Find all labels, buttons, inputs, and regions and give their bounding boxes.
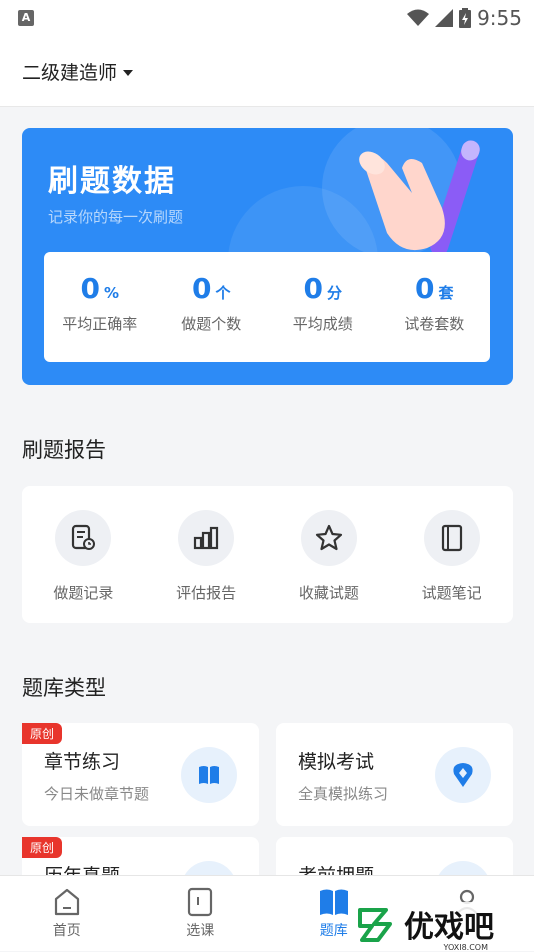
bank-card-chapter-practice[interactable]: 原创 章节练习 今日未做章节题 xyxy=(22,723,259,826)
bar-chart-icon xyxy=(178,510,234,566)
bank-card-title: 模拟考试 xyxy=(298,747,374,774)
watermark: 优戏吧 YOXI8.COM xyxy=(356,902,494,946)
book-icon xyxy=(181,747,237,803)
watermark-text: 优戏吧 xyxy=(404,902,494,946)
stat-accuracy: 0% 平均正确率 xyxy=(44,252,156,362)
status-time: 9:55 xyxy=(477,6,522,30)
report-item-assessment[interactable]: 评估报告 xyxy=(145,486,268,623)
stat-paper-count: 0套 试卷套数 xyxy=(379,252,491,362)
banner-subtitle: 记录你的每一次刷题 xyxy=(48,206,183,227)
stat-value: 0 xyxy=(192,272,211,305)
stat-value: 0 xyxy=(415,272,434,305)
stats-panel: 0% 平均正确率 0个 做题个数 0分 平均成绩 0套 试卷套数 xyxy=(44,252,490,362)
practice-data-banner: 刷题数据 记录你的每一次刷题 0% 平均正确率 0个 做题个数 0分 平均成绩 … xyxy=(22,128,513,385)
notebook-icon xyxy=(424,510,480,566)
tab-courses[interactable]: 选课 xyxy=(134,876,268,951)
stat-unit: 个 xyxy=(215,284,230,302)
stat-value: 0 xyxy=(304,272,323,305)
stat-question-count: 0个 做题个数 xyxy=(156,252,268,362)
stat-average-score: 0分 平均成绩 xyxy=(267,252,379,362)
wifi-icon xyxy=(407,9,429,27)
status-icons: 9:55 xyxy=(407,6,522,30)
star-icon xyxy=(301,510,357,566)
stat-unit: % xyxy=(104,284,119,302)
subject-label: 二级建造师 xyxy=(22,58,117,85)
stat-label: 做题个数 xyxy=(156,313,268,334)
stat-label: 平均成绩 xyxy=(267,313,379,334)
bank-card-mock-exam[interactable]: 模拟考试 全真模拟练习 xyxy=(276,723,513,826)
report-item-records[interactable]: 做题记录 xyxy=(22,486,145,623)
stat-value: 0 xyxy=(80,272,99,305)
bank-card-subtitle: 全真模拟练习 xyxy=(298,783,388,804)
course-icon xyxy=(134,884,268,920)
tab-home[interactable]: 首页 xyxy=(0,876,134,951)
tab-label: 选课 xyxy=(134,920,268,940)
stat-unit: 分 xyxy=(327,284,342,302)
status-bar: A 9:55 xyxy=(0,0,534,36)
report-item-favorites[interactable]: 收藏试题 xyxy=(268,486,391,623)
report-item-label: 做题记录 xyxy=(22,582,145,603)
battery-icon xyxy=(459,8,471,28)
watermark-logo-icon xyxy=(356,904,400,944)
report-card: 做题记录 评估报告 收藏试题 试题笔记 xyxy=(22,486,513,623)
notification-badge-icon: A xyxy=(18,10,34,26)
location-pin-icon xyxy=(435,747,491,803)
stat-label: 平均正确率 xyxy=(44,313,156,334)
record-icon xyxy=(55,510,111,566)
top-header: 二级建造师 xyxy=(0,36,534,107)
caret-down-icon xyxy=(123,70,133,76)
stat-unit: 套 xyxy=(438,284,453,302)
original-tag: 原创 xyxy=(22,837,62,858)
report-item-label: 评估报告 xyxy=(145,582,268,603)
bank-card-subtitle: 今日未做章节题 xyxy=(44,783,149,804)
report-item-label: 收藏试题 xyxy=(268,582,391,603)
hand-pencil-illustration-icon xyxy=(342,138,502,258)
report-section-title: 刷题报告 xyxy=(22,434,106,464)
subject-selector[interactable]: 二级建造师 xyxy=(22,58,133,85)
tab-label: 首页 xyxy=(0,920,134,940)
bank-card-title: 章节练习 xyxy=(44,747,120,774)
signal-icon xyxy=(435,9,453,27)
original-tag: 原创 xyxy=(22,723,62,744)
stat-label: 试卷套数 xyxy=(379,313,491,334)
bank-section-title: 题库类型 xyxy=(22,672,106,702)
home-icon xyxy=(0,884,134,920)
banner-title: 刷题数据 xyxy=(48,156,176,200)
report-item-label: 试题笔记 xyxy=(390,582,513,603)
watermark-url: YOXI8.COM xyxy=(444,943,489,952)
report-item-notes[interactable]: 试题笔记 xyxy=(390,486,513,623)
